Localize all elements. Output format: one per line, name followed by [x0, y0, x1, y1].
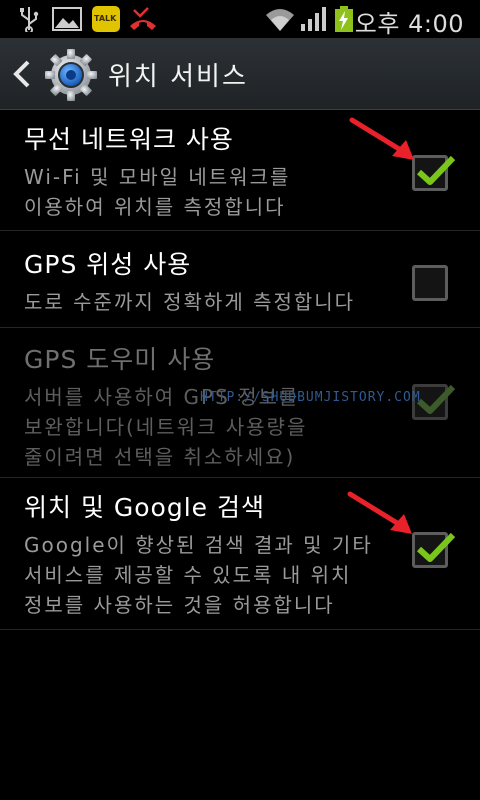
- setting-title: 무선 네트워크 사용: [24, 125, 234, 154]
- watermark-text: HTTP://SHUDBUMJISTORY.COM: [200, 390, 421, 405]
- setting-title: GPS 위성 사용: [24, 250, 192, 279]
- setting-desc-line: 서비스를 제공할 수 있도록 내 위치: [24, 563, 352, 587]
- image-icon: [52, 7, 82, 31]
- gps-satellite-checkbox[interactable]: [412, 265, 448, 301]
- signal-icon: [301, 7, 326, 31]
- missed-call-icon: [130, 7, 156, 30]
- setting-desc: 도로 수준까지 정확하게 측정합니다: [24, 287, 390, 317]
- setting-desc-line: 보완합니다(네트워크 사용량을: [24, 415, 308, 439]
- setting-desc-line: 줄이려면 선택을 취소하세요): [24, 445, 296, 469]
- page-title: 위치 서비스: [108, 62, 248, 92]
- setting-gps-satellite[interactable]: GPS 위성 사용 도로 수준까지 정확하게 측정합니다: [0, 231, 480, 328]
- setting-desc-line: Google이 향상된 검색 결과 및 기타: [24, 533, 373, 557]
- annotation-arrow-icon: [349, 117, 414, 160]
- annotation-arrow-icon: [347, 491, 412, 534]
- setting-desc: Google이 향상된 검색 결과 및 기타 서비스를 제공할 수 있도록 내 …: [24, 530, 390, 620]
- setting-title: GPS 도우미 사용: [24, 345, 216, 374]
- setting-desc-line: 도로 수준까지 정확하게 측정합니다: [24, 290, 356, 314]
- kakaotalk-label: TALK: [94, 14, 117, 23]
- settings-list: 무선 네트워크 사용 Wi-Fi 및 모바일 네트워크를 이용하여 위치를 측정…: [0, 110, 480, 630]
- usb-icon: [20, 7, 39, 32]
- setting-desc-line: Wi-Fi 및 모바일 네트워크를: [24, 165, 291, 189]
- kakaotalk-icon: TALK: [92, 6, 120, 32]
- status-bar: TALK 오후 4:00: [0, 0, 480, 38]
- status-ampm: 오후: [354, 10, 400, 38]
- status-time: 오후 4:00: [355, 4, 464, 39]
- back-button[interactable]: [8, 54, 38, 94]
- setting-desc: Wi-Fi 및 모바일 네트워크를 이용하여 위치를 측정합니다: [24, 162, 390, 222]
- wifi-icon: [266, 9, 294, 31]
- action-bar: 위치 서비스: [0, 38, 480, 110]
- setting-title: 위치 및 Google 검색: [24, 493, 265, 522]
- settings-gear-icon: [45, 49, 97, 101]
- setting-desc-line: 정보를 사용하는 것을 허용합니다: [24, 593, 335, 617]
- status-clock: 4:00: [408, 10, 464, 38]
- setting-desc-line: 이용하여 위치를 측정합니다: [24, 195, 286, 219]
- battery-charging-icon: [335, 6, 353, 32]
